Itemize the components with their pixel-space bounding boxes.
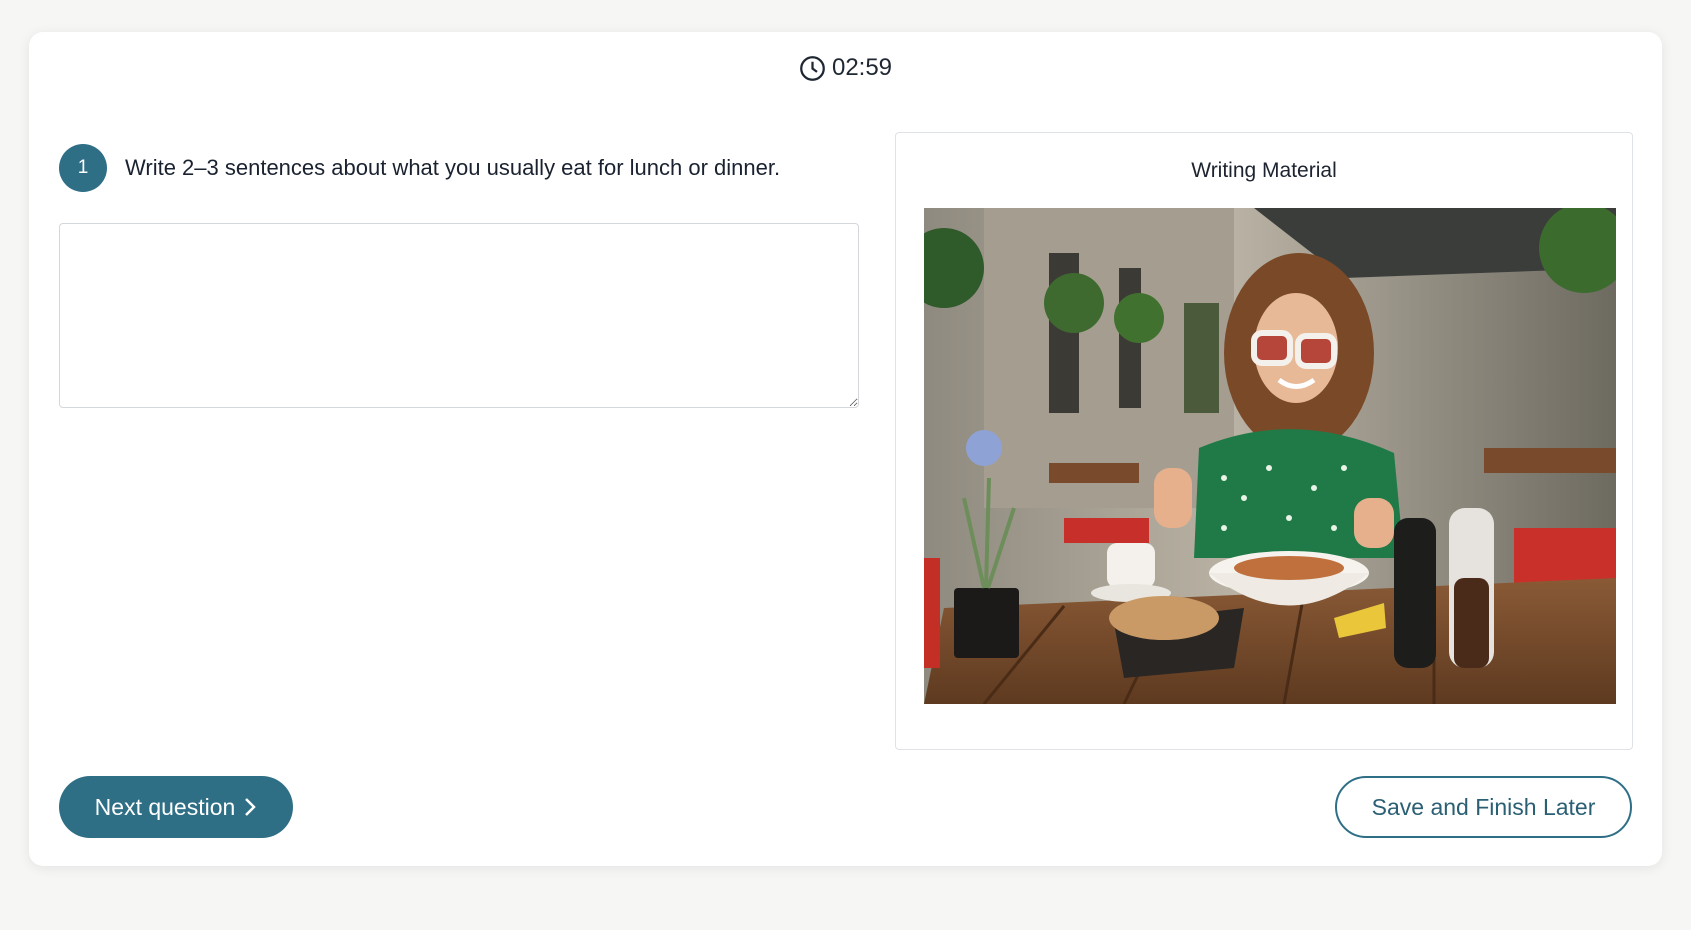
next-question-button[interactable]: Next question xyxy=(59,776,293,838)
question-number-badge: 1 xyxy=(59,144,107,192)
chevron-right-icon xyxy=(245,798,257,816)
answer-textarea[interactable] xyxy=(59,223,859,408)
timer-value: 02:59 xyxy=(831,54,893,81)
material-photo xyxy=(924,208,1616,704)
question-text: Write 2–3 sentences about what you usual… xyxy=(125,155,781,180)
writing-material-title: Writing Material xyxy=(1191,159,1337,182)
timer: 02:59 xyxy=(29,54,1662,82)
clock-icon xyxy=(800,55,825,81)
question-card: 02:59 1 Write 2–3 sentences about what y… xyxy=(29,32,1662,866)
cafe-photo-illustration xyxy=(924,208,1616,704)
next-question-label: Next question xyxy=(94,793,236,820)
save-and-finish-later-button[interactable]: Save and Finish Later xyxy=(1335,776,1632,838)
writing-material-panel: Writing Material xyxy=(895,132,1633,750)
question-header: 1 Write 2–3 sentences about what you usu… xyxy=(59,144,780,192)
